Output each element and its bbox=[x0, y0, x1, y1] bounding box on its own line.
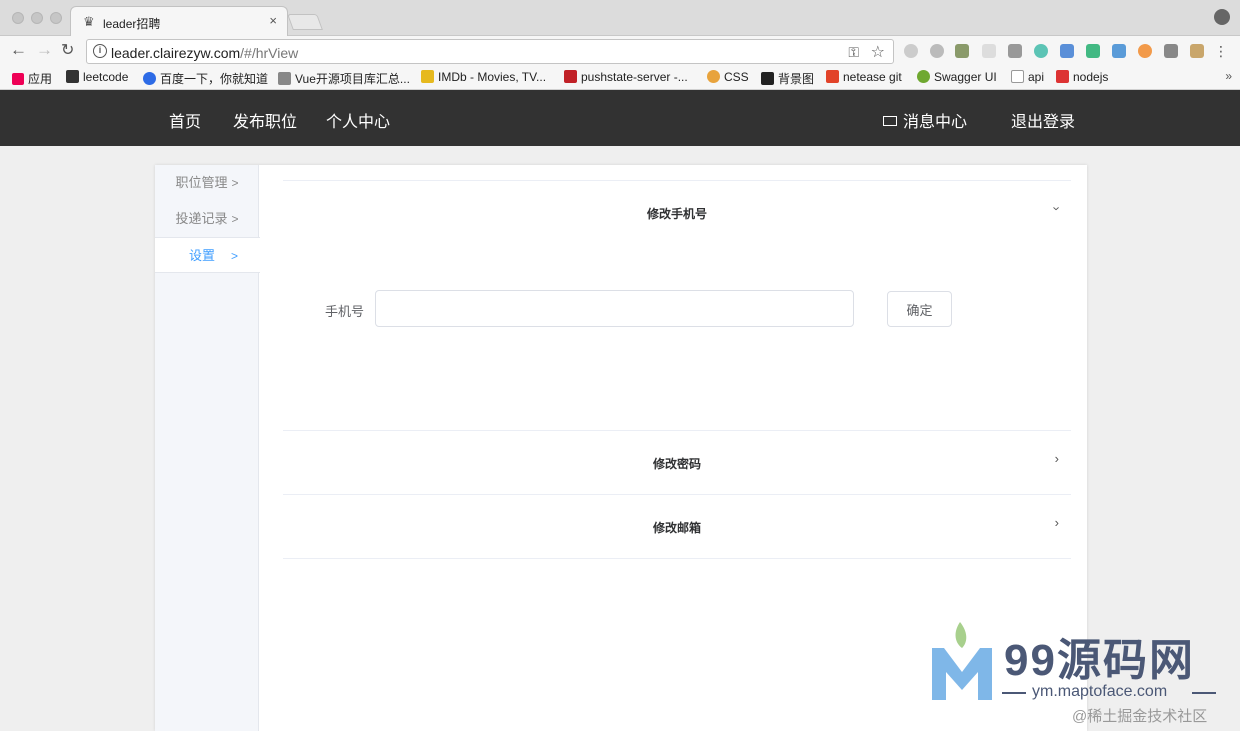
bookmarks-more-icon[interactable]: » bbox=[1225, 69, 1232, 83]
nav-post-job[interactable]: 发布职位 bbox=[233, 108, 297, 132]
bookmark-imdb[interactable]: IMDb - Movies, TV... bbox=[421, 70, 546, 84]
collapse-title-email: 修改邮箱 bbox=[652, 521, 701, 535]
vue-icon bbox=[278, 72, 291, 85]
chevron-right-icon: > bbox=[231, 249, 239, 263]
browser-tab[interactable]: ♛ leader招聘 × bbox=[70, 6, 288, 37]
phone-label: 手机号 bbox=[325, 304, 365, 319]
key-icon[interactable]: ⚿ bbox=[848, 44, 859, 61]
back-arrow-icon[interactable]: ← bbox=[10, 40, 27, 60]
mail-icon bbox=[883, 116, 897, 126]
crown-favicon-icon: ♛ bbox=[83, 14, 95, 29]
baidu-paw-icon bbox=[143, 72, 156, 85]
app-header: 首页 发布职位 个人中心 消息中心 退出登录 bbox=[0, 90, 1240, 146]
bookmark-netease-git[interactable]: netease git bbox=[826, 70, 902, 84]
extension-qr-icon[interactable] bbox=[1164, 44, 1178, 58]
watermark-line-right bbox=[1192, 692, 1216, 694]
watermark-url: ym.maptoface.com bbox=[1032, 683, 1168, 700]
browser-tab-bar: ♛ leader招聘 × bbox=[0, 0, 1240, 37]
bookmarks-bar: 应用 leetcode 百度一下，你就知道 Vue开源项目库汇总... IMDb… bbox=[0, 66, 1240, 90]
new-tab-button[interactable] bbox=[287, 14, 323, 30]
window-zoom-button[interactable] bbox=[50, 12, 62, 24]
apps-grid-icon bbox=[12, 73, 24, 85]
confirm-button[interactable]: 确定 bbox=[887, 291, 952, 327]
bookmark-api[interactable]: api bbox=[1011, 70, 1044, 84]
bookmark-baidu[interactable]: 百度一下，你就知道 bbox=[143, 70, 268, 87]
chevron-down-icon: › bbox=[1049, 206, 1065, 211]
reload-icon[interactable]: ↻ bbox=[61, 40, 74, 60]
tab-close-icon[interactable]: × bbox=[269, 13, 277, 28]
extension-bw-icon[interactable] bbox=[955, 44, 969, 58]
site-info-icon[interactable]: i bbox=[93, 44, 107, 58]
forward-arrow-icon[interactable]: → bbox=[36, 40, 53, 60]
browser-toolbar: ← → ↻ i leader.clairezyw.com/#/hrView ⚿ … bbox=[0, 36, 1240, 66]
swagger-icon bbox=[917, 70, 930, 83]
bookmark-leetcode[interactable]: leetcode bbox=[66, 70, 128, 84]
watermark-line-left bbox=[1002, 692, 1026, 694]
chevron-right-icon: › bbox=[1054, 515, 1059, 530]
extension-jh-icon[interactable] bbox=[1060, 44, 1074, 58]
nav-messages[interactable]: 消息中心 bbox=[883, 108, 967, 132]
collapse-header-phone[interactable]: 修改手机号 › bbox=[283, 181, 1071, 245]
watermark-community: @稀土掘金技术社区 bbox=[1072, 708, 1208, 725]
npm-icon bbox=[564, 70, 577, 83]
sidebar-item-job-management[interactable]: 职位管理 > bbox=[155, 165, 259, 201]
extension-globe-icon[interactable] bbox=[930, 44, 944, 58]
bookmark-nodejs[interactable]: nodejs bbox=[1056, 70, 1108, 84]
extension-key-icon[interactable] bbox=[1190, 44, 1204, 58]
phone-input[interactable] bbox=[375, 290, 854, 327]
leetcode-icon bbox=[66, 70, 79, 83]
window-close-button[interactable] bbox=[12, 12, 24, 24]
bookmark-swagger[interactable]: Swagger UI bbox=[917, 70, 997, 84]
nav-logout[interactable]: 退出登录 bbox=[1011, 108, 1075, 132]
extension-p-icon[interactable] bbox=[1008, 44, 1022, 58]
nav-home[interactable]: 首页 bbox=[169, 108, 201, 132]
chevron-right-icon: > bbox=[231, 176, 239, 190]
address-bar[interactable]: i leader.clairezyw.com/#/hrView ⚿ ☆ bbox=[86, 39, 894, 64]
watermark-logo-icon bbox=[932, 622, 992, 700]
gitlab-icon bbox=[826, 70, 839, 83]
extension-orange-icon[interactable] bbox=[1138, 44, 1152, 58]
extension-diamond-icon[interactable] bbox=[1112, 44, 1126, 58]
imdb-icon bbox=[421, 70, 434, 83]
bookmark-pushstate[interactable]: pushstate-server -... bbox=[564, 70, 688, 84]
bookmark-css[interactable]: CSS bbox=[707, 70, 749, 84]
browser-menu-icon[interactable]: ⋮ bbox=[1214, 43, 1228, 60]
bookmark-background[interactable]: 背景图 bbox=[761, 70, 814, 87]
sidebar: 职位管理 > 投递记录 > 设置 > bbox=[155, 165, 260, 731]
extension-umbrella-icon[interactable] bbox=[904, 44, 918, 58]
sidebar-item-applications[interactable]: 投递记录 > bbox=[155, 201, 259, 237]
sidebar-item-settings[interactable]: 设置 > bbox=[155, 237, 260, 273]
collapse-header-email[interactable]: 修改邮箱 › bbox=[283, 495, 1071, 559]
chevron-right-icon: › bbox=[1054, 451, 1059, 466]
extension-vue-icon[interactable] bbox=[1086, 44, 1100, 58]
url-text: leader.clairezyw.com/#/hrView bbox=[111, 45, 299, 61]
collapse-header-password[interactable]: 修改密码 › bbox=[283, 431, 1071, 495]
camera-icon bbox=[761, 72, 774, 85]
chevron-right-icon: > bbox=[231, 212, 239, 226]
watermark-brand: 99源码网 bbox=[1004, 636, 1195, 685]
extension-arrow-icon[interactable] bbox=[982, 44, 996, 58]
profile-avatar-icon[interactable] bbox=[1214, 9, 1230, 25]
tab-title: leader招聘 bbox=[103, 17, 161, 31]
bookmark-star-icon[interactable]: ☆ bbox=[871, 42, 885, 62]
collapse-title-password: 修改密码 bbox=[652, 457, 701, 471]
bookmark-apps[interactable]: 应用 bbox=[12, 70, 52, 87]
page-icon bbox=[1011, 70, 1024, 83]
nav-profile[interactable]: 个人中心 bbox=[326, 108, 390, 132]
bookmark-vue[interactable]: Vue开源项目库汇总... bbox=[278, 70, 410, 87]
collapse-title-phone: 修改手机号 bbox=[646, 207, 707, 221]
css-icon bbox=[707, 70, 720, 83]
window-minimize-button[interactable] bbox=[31, 12, 43, 24]
extension-circle-icon[interactable] bbox=[1034, 44, 1048, 58]
nodejs-icon bbox=[1056, 70, 1069, 83]
